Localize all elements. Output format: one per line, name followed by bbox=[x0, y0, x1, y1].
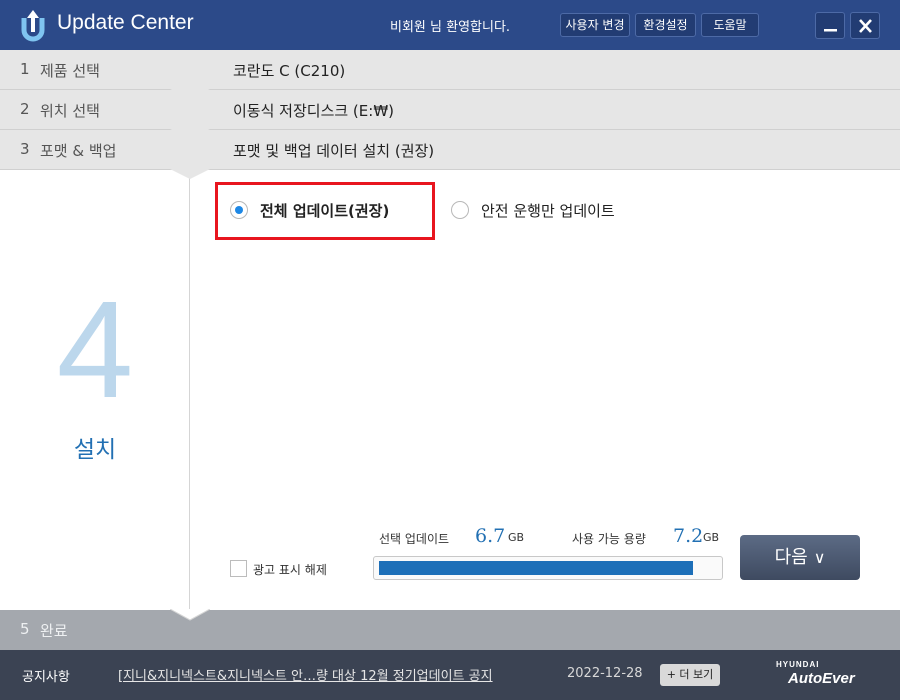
selected-update-unit: GB bbox=[508, 531, 525, 544]
minimize-icon bbox=[824, 29, 837, 32]
minimize-button[interactable] bbox=[815, 12, 845, 39]
current-step-number: 4 bbox=[56, 273, 134, 427]
notice-title: 공지사항 bbox=[22, 670, 70, 685]
step-value: 이동식 저장디스크 (E:₩) bbox=[233, 102, 395, 120]
option-full-update[interactable]: 전체 업데이트(권장) bbox=[230, 200, 410, 220]
step-label: 포맷 & 백업 bbox=[40, 142, 117, 160]
ad-disable-checkbox[interactable] bbox=[230, 560, 247, 577]
radio-checked-icon bbox=[230, 201, 248, 219]
welcome-text: 비회원 님 환영합니다. bbox=[390, 20, 511, 35]
user-change-button[interactable]: 사용자 변경 bbox=[560, 13, 630, 37]
footer-bar: 공지사항 [지니&지니넥스트&지니넥스트 안…량 대상 12월 정기업데이트 공… bbox=[0, 650, 900, 700]
option-label: 전체 업데이트(권장) bbox=[260, 202, 390, 220]
step-divider-arrow bbox=[170, 169, 210, 179]
ad-disable-label: 광고 표시 해제 bbox=[253, 563, 327, 577]
update-logo-icon bbox=[21, 10, 45, 42]
option-label: 안전 운행만 업데이트 bbox=[481, 202, 615, 220]
option-safety-update[interactable]: 안전 운행만 업데이트 bbox=[451, 200, 641, 220]
step-label: 제품 선택 bbox=[40, 62, 100, 80]
step-label: 위치 선택 bbox=[40, 102, 100, 120]
notice-link[interactable]: [지니&지니넥스트&지니넥스트 안…량 대상 12월 정기업데이트 공지 bbox=[118, 665, 493, 684]
step-number: 2 bbox=[20, 100, 30, 118]
app-title: Update Center bbox=[57, 11, 194, 34]
brand-main: AutoEver bbox=[788, 670, 855, 687]
selected-update-label: 선택 업데이트 bbox=[379, 532, 450, 546]
step-2-location[interactable]: 2 위치 선택 이동식 저장디스크 (E:₩) bbox=[0, 90, 900, 130]
notice-date: 2022-12-28 bbox=[567, 666, 643, 681]
available-capacity-unit: GB bbox=[703, 531, 720, 544]
hyundai-autoever-logo: HYUNDAI AutoEver bbox=[776, 660, 855, 687]
next-button[interactable]: 다음 ∨ bbox=[740, 535, 860, 580]
close-icon bbox=[859, 19, 872, 33]
step-value: 포맷 및 백업 데이터 설치 (권장) bbox=[233, 142, 435, 160]
step-5-complete[interactable]: 5 완료 bbox=[0, 610, 900, 650]
capacity-progress-bar bbox=[373, 556, 723, 580]
next-button-label: 다음 bbox=[774, 547, 808, 568]
brand-top: HYUNDAI bbox=[776, 660, 820, 669]
available-capacity-value: 7.2 bbox=[673, 525, 704, 547]
current-step-label: 설치 bbox=[73, 437, 117, 463]
step-1-product[interactable]: 1 제품 선택 코란도 C (C210) bbox=[0, 50, 900, 90]
help-button[interactable]: 도움말 bbox=[701, 13, 759, 37]
step-divider-arrow bbox=[170, 609, 210, 621]
close-button[interactable] bbox=[850, 12, 880, 39]
radio-unchecked-icon bbox=[451, 201, 469, 219]
step-value: 코란도 C (C210) bbox=[233, 62, 346, 80]
step-number: 3 bbox=[20, 140, 30, 158]
available-capacity-label: 사용 가능 용량 bbox=[572, 532, 646, 546]
selected-update-value: 6.7 bbox=[475, 525, 506, 547]
step-number: 1 bbox=[20, 60, 30, 78]
more-notices-button[interactable]: + 더 보기 bbox=[660, 664, 720, 686]
title-bar: Update Center 비회원 님 환영합니다. 사용자 변경 환경설정 도… bbox=[0, 0, 900, 50]
step-divider-arrow bbox=[170, 89, 210, 99]
step-3-format-backup[interactable]: 3 포맷 & 백업 포맷 및 백업 데이터 설치 (권장) bbox=[0, 130, 900, 170]
settings-button[interactable]: 환경설정 bbox=[635, 13, 696, 37]
double-chevron-down-icon: ∨ bbox=[813, 548, 826, 567]
capacity-progress-fill bbox=[379, 561, 694, 575]
step-label: 완료 bbox=[40, 622, 68, 640]
step-divider-arrow bbox=[170, 129, 210, 139]
step-number: 5 bbox=[20, 620, 30, 638]
